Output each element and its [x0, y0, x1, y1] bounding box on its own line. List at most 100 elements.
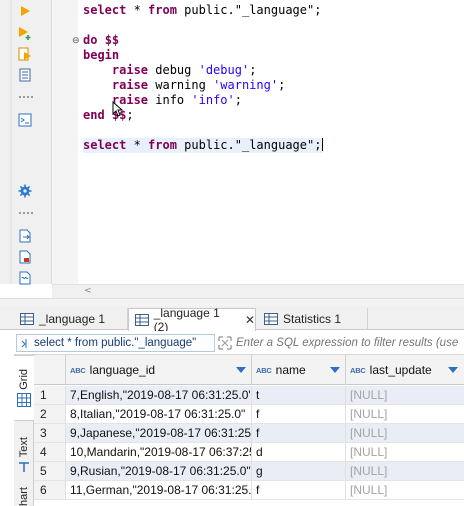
- cell-name[interactable]: d: [252, 443, 346, 462]
- table-row[interactable]: 2 8,Italian,"2019-08-17 06:31:25.0" f [N…: [34, 405, 464, 424]
- cell-name[interactable]: t: [252, 386, 346, 405]
- table-icon: [135, 314, 149, 326]
- editor-horizontal-scrollbar[interactable]: <: [52, 284, 464, 298]
- text-type-icon: ABC: [350, 365, 366, 375]
- row-number: 4: [34, 443, 66, 462]
- cell-language-id[interactable]: 8,Italian,"2019-08-17 06:31:25.0": [66, 405, 252, 424]
- tab-label: _language 1 (2): [153, 306, 220, 334]
- grid-icon: [17, 393, 31, 408]
- mouse-cursor-icon: [112, 100, 124, 120]
- import-icon[interactable]: [17, 249, 33, 265]
- filter-expand-icon[interactable]: [218, 336, 232, 353]
- cell-last-update[interactable]: [NULL]: [346, 405, 464, 424]
- execute-in-new-tab-icon[interactable]: [17, 25, 33, 41]
- sql-editor[interactable]: ⊖ select * from public."_language"; do $…: [52, 0, 464, 284]
- settings-icon[interactable]: [17, 183, 33, 199]
- close-icon[interactable]: ✕: [245, 313, 255, 327]
- tab-label: Statistics 1: [283, 312, 342, 326]
- cell-last-update[interactable]: [NULL]: [346, 481, 464, 500]
- execute-statement-icon[interactable]: [17, 3, 33, 19]
- table-row[interactable]: 6 11,German,"2019-08-17 06:31:25.0" f [N…: [34, 481, 464, 500]
- export-icon[interactable]: [17, 228, 33, 244]
- sort-icon[interactable]: [448, 367, 458, 373]
- table-row[interactable]: 3 9,Japanese,"2019-08-17 06:31:25.0" f […: [34, 424, 464, 443]
- tab-chart-label: Chart: [18, 487, 30, 506]
- execute-script-icon[interactable]: [17, 46, 33, 62]
- text-caret: [322, 138, 324, 151]
- table-row[interactable]: 1 7,English,"2019-08-17 06:31:25.0" t [N…: [34, 386, 464, 405]
- cell-last-update[interactable]: [NULL]: [346, 462, 464, 481]
- text-type-icon: ABC: [70, 365, 86, 375]
- filter-bar: select * from public."_language": [14, 331, 464, 355]
- column-header-name[interactable]: ABC name: [252, 355, 346, 385]
- toolbar-separator: [19, 212, 33, 214]
- fold-toggle-icon[interactable]: ⊖: [72, 36, 80, 46]
- column-header-last-update[interactable]: ABC last_update: [346, 355, 464, 385]
- code-line: raise debug 'debug';: [111, 63, 257, 77]
- tab-label: _language 1: [39, 312, 106, 326]
- sort-icon[interactable]: [330, 367, 340, 373]
- text-icon: [19, 462, 29, 473]
- table-icon: [20, 313, 34, 325]
- scroll-left-icon[interactable]: <: [84, 285, 92, 298]
- cell-language-id[interactable]: 11,German,"2019-08-17 06:31:25.0": [66, 481, 252, 500]
- code-line: select * from public."_language";: [83, 3, 322, 17]
- row-number: 6: [34, 481, 66, 500]
- cell-last-update[interactable]: [NULL]: [346, 443, 464, 462]
- query-text-button[interactable]: select * from public."_language": [16, 334, 215, 352]
- table-row[interactable]: 5 9,Rusian,"2019-08-17 06:31:25.0" g [NU…: [34, 462, 464, 481]
- code-line: raise warning 'warning';: [111, 78, 286, 92]
- cell-language-id[interactable]: 9,Rusian,"2019-08-17 06:31:25.0": [66, 462, 252, 481]
- tab-text[interactable]: Text: [14, 427, 34, 483]
- column-header-language-id[interactable]: ABC language_id: [66, 355, 252, 385]
- grid-header: ABC language_id ABC name ABC last_update: [34, 355, 464, 385]
- filter-input[interactable]: [236, 334, 464, 352]
- result-view-tabs: Grid Text Chart: [14, 355, 34, 506]
- format-icon[interactable]: [17, 270, 33, 286]
- cell-language-id[interactable]: 7,English,"2019-08-17 06:31:25.0": [66, 386, 252, 405]
- sql-editor-toolbar: [0, 0, 52, 286]
- table-row[interactable]: 4 10,Mandarin,"2019-08-17 06:37:25" d [N…: [34, 443, 464, 462]
- column-name: name: [275, 363, 306, 377]
- row-number: 3: [34, 424, 66, 443]
- cell-last-update[interactable]: [NULL]: [346, 424, 464, 443]
- cell-name[interactable]: f: [252, 481, 346, 500]
- code-line: do $$: [83, 33, 120, 47]
- results-tab-bar: _language 1 _language 1 (2) ✕ Statistics…: [0, 306, 464, 334]
- tab-grid-label: Grid: [18, 368, 30, 390]
- toolbar-edge: [10, 0, 12, 284]
- explain-plan-icon[interactable]: [17, 67, 33, 83]
- sql-query-icon: [21, 338, 27, 348]
- cell-name[interactable]: f: [252, 405, 346, 424]
- column-name: language_id: [89, 363, 156, 377]
- query-text: select * from public."_language": [34, 337, 197, 349]
- sort-icon[interactable]: [236, 367, 246, 373]
- results-grid[interactable]: ABC language_id ABC name ABC last_update…: [34, 355, 464, 506]
- text-type-icon: ABC: [256, 365, 272, 375]
- table-icon: [264, 313, 278, 325]
- cell-name[interactable]: f: [252, 424, 346, 443]
- tab-language-1-2[interactable]: _language 1 (2) ✕: [128, 306, 256, 334]
- tab-grid[interactable]: Grid: [14, 355, 34, 421]
- cell-language-id[interactable]: 9,Japanese,"2019-08-17 06:31:25.0": [66, 424, 252, 443]
- cell-language-id[interactable]: 10,Mandarin,"2019-08-17 06:37:25": [66, 443, 252, 462]
- row-number: 5: [34, 462, 66, 481]
- tab-language-1[interactable]: _language 1: [14, 308, 128, 330]
- cell-last-update[interactable]: [NULL]: [346, 386, 464, 405]
- sql-code[interactable]: select * from public."_language"; do $$ …: [83, 3, 324, 153]
- row-number: 2: [34, 405, 66, 424]
- tab-chart[interactable]: Chart: [14, 487, 34, 506]
- cell-name[interactable]: g: [252, 462, 346, 481]
- current-code-line: select * from public."_language";: [83, 138, 324, 153]
- code-line: begin: [83, 48, 120, 62]
- row-number: 1: [34, 386, 66, 405]
- toolbar-separator: [19, 96, 33, 98]
- column-name: last_update: [369, 363, 432, 377]
- tab-text-label: Text: [18, 436, 30, 458]
- tab-statistics-1[interactable]: Statistics 1: [258, 308, 368, 330]
- console-icon[interactable]: [17, 112, 33, 128]
- row-number-header: [34, 355, 66, 385]
- panel-splitter[interactable]: [0, 298, 464, 306]
